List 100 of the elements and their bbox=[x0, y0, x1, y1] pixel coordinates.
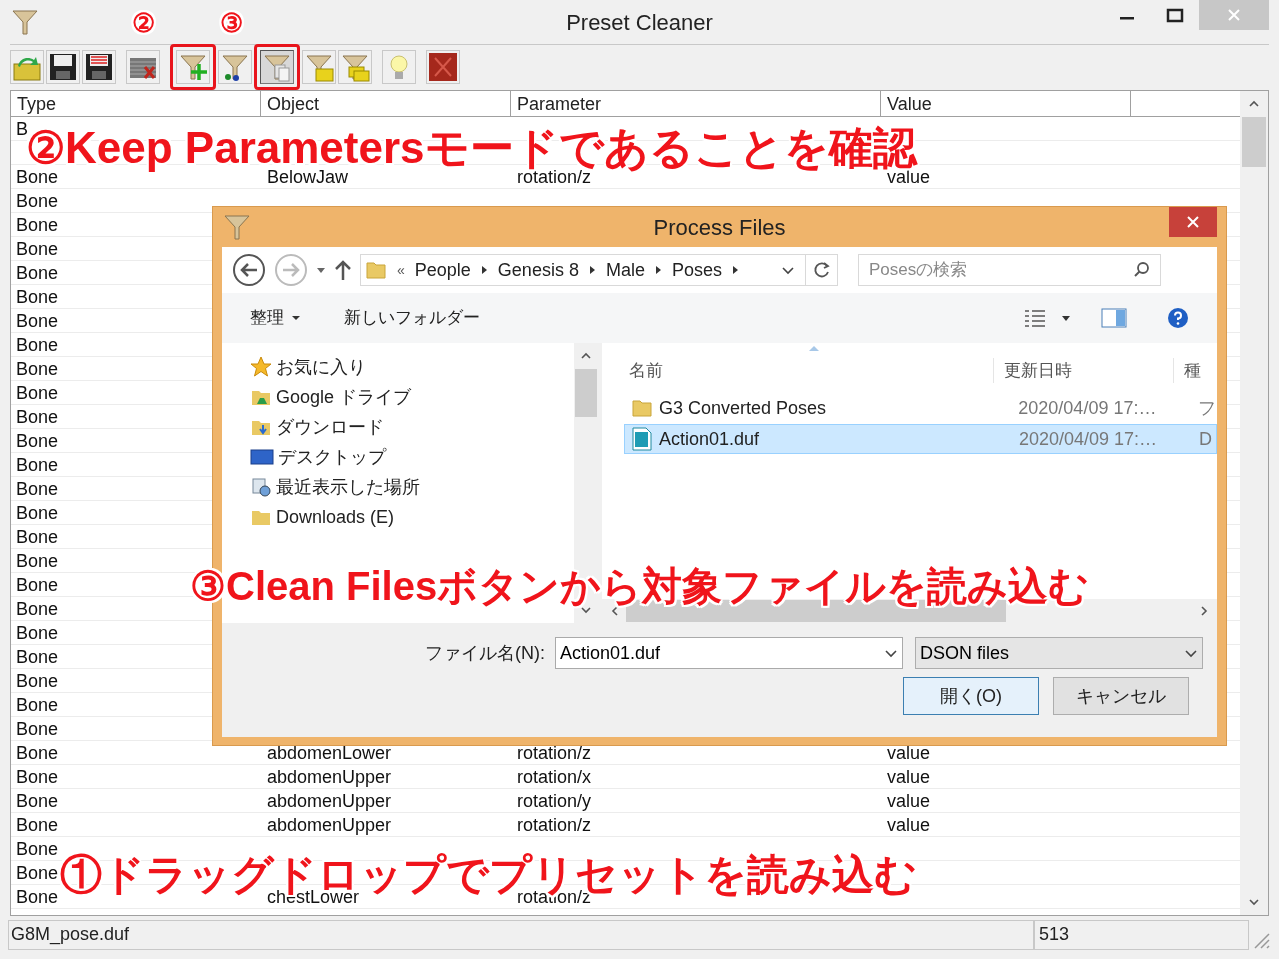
table-cell: Bone bbox=[16, 815, 59, 835]
table-cell: Bone bbox=[16, 215, 59, 235]
cancel-button[interactable]: キャンセル bbox=[1053, 677, 1189, 715]
close-icon bbox=[1227, 8, 1241, 22]
filename-field[interactable]: Action01.duf bbox=[555, 637, 903, 669]
column-header[interactable]: 名前 bbox=[602, 357, 994, 383]
table-cell: rotation/x bbox=[517, 767, 592, 787]
step-marker: ③ bbox=[220, 10, 243, 36]
table-cell: Bone bbox=[16, 455, 59, 475]
nav-item[interactable]: Google ドライブ bbox=[250, 385, 574, 409]
table-cell: Bone bbox=[16, 767, 59, 787]
scroll-thumb[interactable] bbox=[1242, 117, 1266, 167]
table-cell: Bone bbox=[16, 575, 59, 595]
chevron-icon[interactable] bbox=[588, 265, 596, 275]
table-cell: Bone bbox=[16, 719, 59, 739]
table-cell: Bone bbox=[16, 863, 59, 883]
funnel-icon bbox=[10, 7, 40, 37]
table-cell: Bone bbox=[16, 839, 59, 859]
nav-item[interactable]: 最近表示した場所 bbox=[250, 475, 574, 499]
recent-places-icon bbox=[250, 476, 272, 498]
view-list-icon[interactable] bbox=[1023, 308, 1047, 328]
table-cell: value bbox=[887, 743, 931, 763]
column-header[interactable]: Value bbox=[881, 91, 1131, 116]
table-cell: abdomenUpper bbox=[267, 791, 392, 811]
file-row[interactable]: Action01.duf 2020/04/09 17:… D bbox=[624, 424, 1217, 454]
status-count: 513 bbox=[1034, 920, 1249, 950]
filename-label: ファイル名(N): bbox=[425, 641, 545, 665]
table-cell: Bone bbox=[16, 551, 59, 571]
caret-icon[interactable] bbox=[316, 266, 326, 274]
table-cell: Bone bbox=[16, 887, 59, 907]
table-cell: rotation/z bbox=[517, 815, 592, 835]
table-cell: Bone bbox=[16, 431, 59, 451]
table-cell: Bone bbox=[16, 743, 59, 763]
scroll-thumb[interactable] bbox=[575, 369, 597, 417]
nav-item[interactable]: お気に入り bbox=[250, 355, 574, 379]
breadcrumb[interactable]: People bbox=[414, 256, 471, 284]
folder-icon bbox=[365, 259, 387, 281]
table-cell: BelowJaw bbox=[267, 167, 349, 187]
column-header[interactable]: Parameter bbox=[511, 91, 881, 116]
table-cell: value bbox=[887, 791, 931, 811]
open-button[interactable]: 開く(O) bbox=[903, 677, 1039, 715]
new-folder-button[interactable]: 新しいフォルダー bbox=[344, 305, 480, 331]
table-cell: Bone bbox=[16, 503, 59, 523]
nav-item[interactable]: デスクトップ bbox=[250, 445, 574, 469]
back-icon[interactable] bbox=[232, 253, 266, 287]
help-icon[interactable] bbox=[1167, 307, 1189, 329]
table-cell: Bone bbox=[16, 191, 59, 211]
caret-icon bbox=[292, 315, 300, 321]
breadcrumb-overflow[interactable]: « bbox=[397, 259, 405, 281]
file-row[interactable]: G3 Converted Poses 2020/04/09 17:… フ bbox=[624, 393, 1217, 423]
table-cell: abdomenUpper bbox=[267, 767, 392, 787]
window-title: Preset Cleaner bbox=[566, 8, 713, 37]
nav-item[interactable]: Downloads (E) bbox=[250, 505, 574, 529]
table-cell: Bone bbox=[16, 359, 59, 379]
table-cell: B bbox=[16, 119, 28, 139]
refresh-icon[interactable] bbox=[812, 261, 831, 279]
table-cell: Bone bbox=[16, 335, 59, 355]
chevron-icon[interactable] bbox=[654, 265, 662, 275]
nav-item[interactable]: ダウンロード bbox=[250, 415, 574, 439]
folder-icon bbox=[631, 397, 653, 419]
status-file: G8M_pose.duf bbox=[8, 920, 1034, 950]
table-cell: Bone bbox=[16, 527, 59, 547]
table-cell: rotation/z bbox=[517, 743, 592, 763]
table-cell: Bone bbox=[16, 479, 59, 499]
dialog-title: Process Files bbox=[653, 213, 786, 242]
breadcrumb[interactable]: Poses bbox=[671, 256, 722, 284]
column-header[interactable]: Object bbox=[261, 91, 511, 116]
table-cell: Bone bbox=[16, 623, 59, 643]
toolbar-button[interactable] bbox=[260, 49, 294, 84]
breadcrumb[interactable]: Genesis 8 bbox=[497, 256, 579, 284]
up-arrow-icon[interactable] bbox=[334, 259, 352, 281]
column-header[interactable]: 種 bbox=[1174, 357, 1201, 383]
step-marker: ② bbox=[132, 10, 155, 36]
column-header[interactable]: 更新日時 bbox=[994, 357, 1174, 383]
caret-icon[interactable] bbox=[1061, 314, 1071, 322]
cross-icon bbox=[428, 51, 458, 82]
file-type-dropdown[interactable]: DSON files bbox=[915, 637, 1203, 669]
chevron-icon[interactable] bbox=[480, 265, 488, 275]
table-cell: Bone bbox=[16, 383, 59, 403]
star-icon bbox=[250, 356, 272, 378]
search-field[interactable]: Posesの検索 bbox=[858, 254, 1161, 286]
table-cell: value bbox=[887, 815, 931, 835]
table-cell: value bbox=[887, 767, 931, 787]
sort-arrow-icon bbox=[808, 345, 820, 352]
close-button[interactable] bbox=[1169, 207, 1217, 237]
file-icon bbox=[631, 427, 653, 451]
chevron-icon[interactable] bbox=[731, 265, 739, 275]
breadcrumb[interactable]: Male bbox=[605, 256, 645, 284]
desktop-icon bbox=[250, 447, 274, 467]
organize-menu[interactable]: 整理 bbox=[250, 305, 300, 331]
address-bar[interactable]: « People Genesis 8 Male Poses bbox=[360, 254, 838, 286]
table-cell: abdomenUpper bbox=[267, 815, 392, 835]
column-header[interactable]: Type bbox=[11, 91, 261, 116]
table-cell: Bone bbox=[16, 287, 59, 307]
vertical-scrollbar[interactable] bbox=[1240, 91, 1268, 915]
search-icon bbox=[1133, 261, 1151, 279]
close-icon bbox=[1186, 215, 1200, 229]
table-cell: Bone bbox=[16, 239, 59, 259]
table-cell: Bone bbox=[16, 695, 59, 715]
table-cell: abdomenLower bbox=[267, 743, 392, 763]
